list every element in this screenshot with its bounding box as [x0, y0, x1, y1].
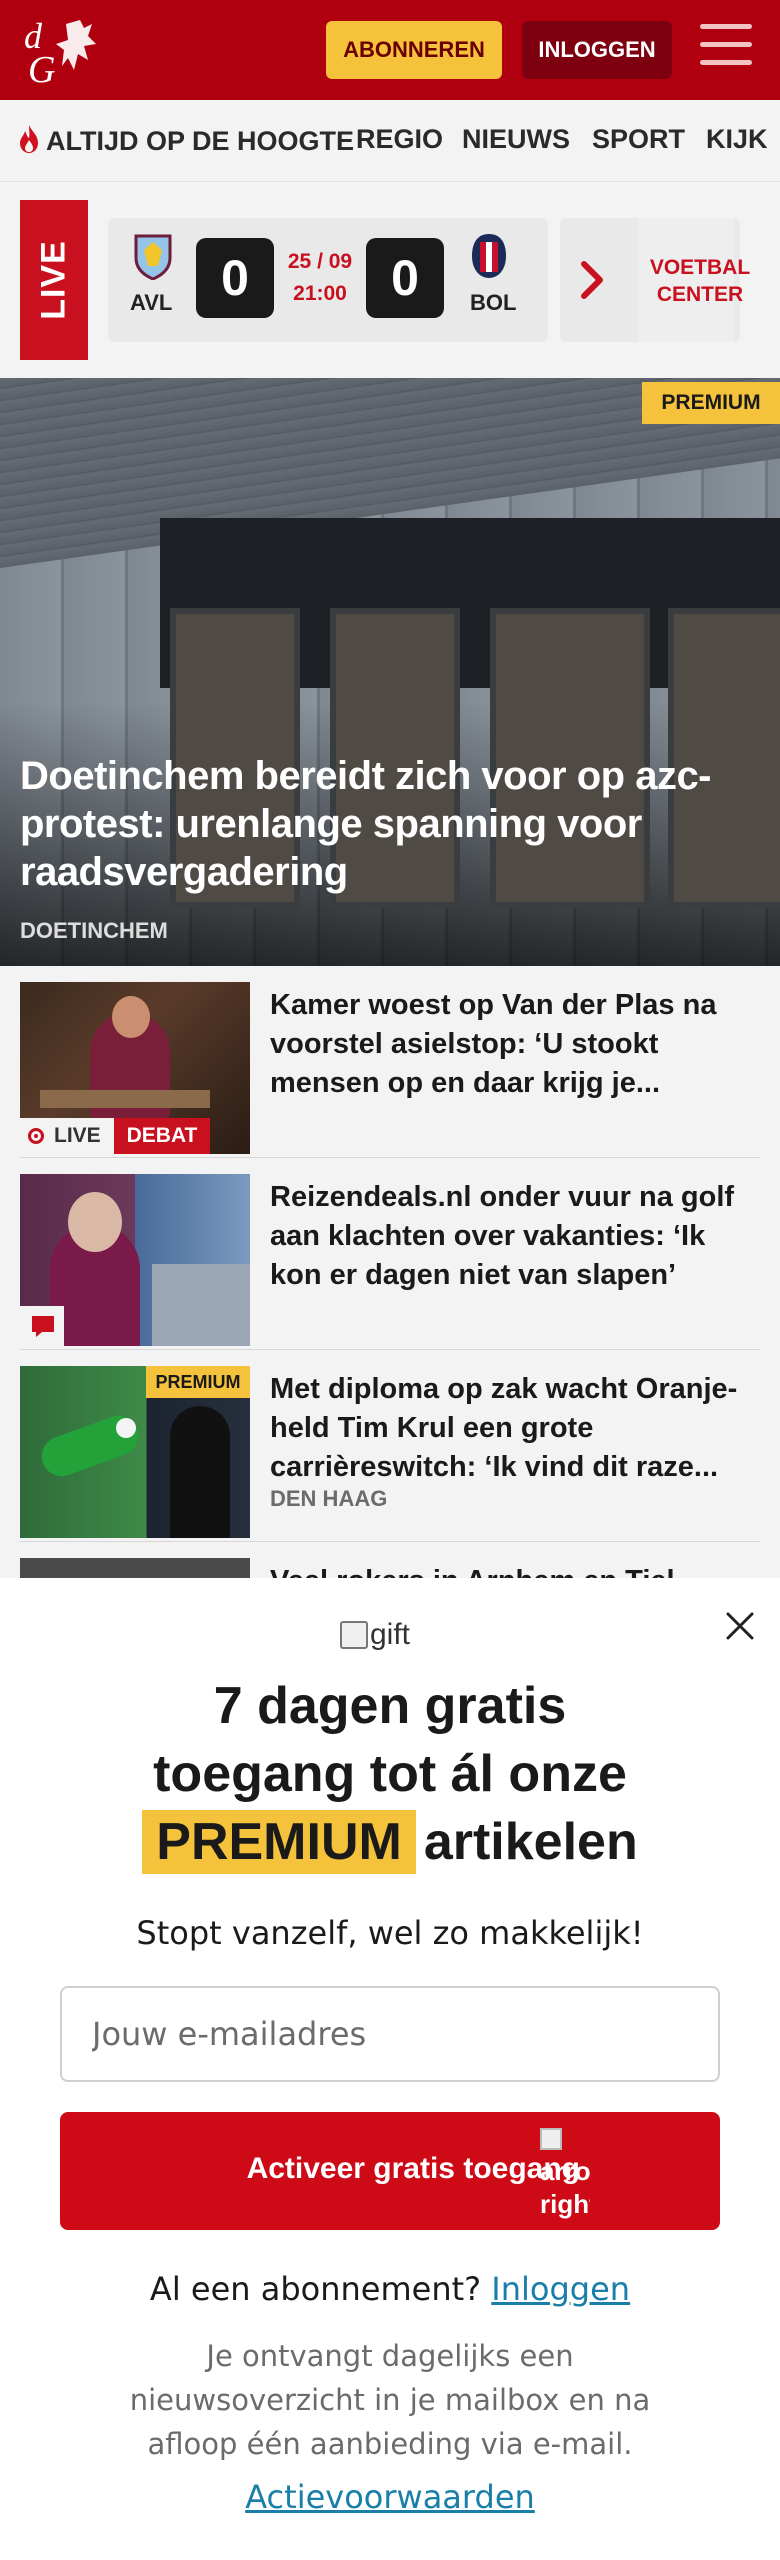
paywall-title: 7 dagen gratis toegang tot ál onze PREMI…	[0, 1672, 780, 1876]
have-subscription-text: Al een abonnement?	[149, 2270, 482, 2308]
article-title[interactable]: Kamer woest op Van der Plas na voorstel …	[270, 986, 760, 1103]
paywall-title-line-1: 7 dagen gratis	[213, 1677, 567, 1735]
thumbnail-graduate	[170, 1406, 230, 1538]
nav-item-altijd-op-de-hoogte[interactable]: ALTIJD OP DE HOOGTE	[18, 124, 354, 157]
away-score: 0	[366, 238, 444, 318]
premium-badge: PREMIUM	[642, 382, 780, 424]
terms-link[interactable]: Actievoorwaarden	[0, 2478, 780, 2516]
login-button[interactable]: INLOGGEN	[522, 21, 672, 79]
flame-icon	[20, 125, 38, 153]
aston-villa-crest-icon	[134, 234, 172, 280]
hero-article-title[interactable]: Doetinchem bereidt zich voor op azc-prot…	[20, 752, 760, 896]
match-date: 25 / 09	[287, 250, 353, 273]
thumbnail-lectern	[40, 1090, 210, 1108]
email-input[interactable]	[60, 1986, 720, 2082]
activate-button[interactable]: Activeer gratis toegang arrow-right	[60, 2112, 720, 2230]
nav-item-sport[interactable]: SPORT	[592, 124, 685, 155]
article-title[interactable]: Reizendeals.nl onder vuur na golf aan kl…	[270, 1178, 760, 1295]
thumbnail-pool	[152, 1264, 250, 1346]
article-title[interactable]: Met diploma op zak wacht Oranje-held Tim…	[270, 1370, 760, 1487]
live-tag: LIVE	[20, 1118, 114, 1154]
main-nav: ALTIJD OP DE HOOGTE REGIO NIEUWS SPORT K…	[0, 100, 780, 182]
arrow-right-icon: arrow-right	[540, 2122, 590, 2222]
svg-text:G: G	[28, 49, 55, 88]
gift-alt-text: gift	[370, 1618, 411, 1651]
live-dot-icon	[28, 1128, 44, 1144]
premium-highlight: PREMIUM	[142, 1810, 416, 1874]
debat-tag: DEBAT	[114, 1118, 210, 1154]
nav-item-label: ALTIJD OP DE HOOGTE	[46, 126, 355, 156]
nav-item-regio[interactable]: REGIO	[356, 124, 443, 155]
list-item[interactable]: LIVE DEBAT Kamer woest op Van der Plas n…	[20, 966, 760, 1158]
paywall-login-link[interactable]: Inloggen	[491, 2270, 630, 2308]
have-subscription-row: Al een abonnement? Inloggen	[0, 2270, 780, 2308]
voetbal-center-label: VOETBAL CENTER	[649, 256, 751, 306]
thumbnail-person-head	[68, 1192, 122, 1252]
paywall-subtitle: Stopt vanzelf, wel zo makkelijk!	[136, 1914, 644, 1952]
logo[interactable]: d G	[22, 14, 112, 88]
list-item[interactable]: PREMIUM Met diploma op zak wacht Oranje-…	[20, 1350, 760, 1542]
close-icon[interactable]	[718, 1604, 762, 1648]
paywall-title-line-3-rest: artikelen	[423, 1813, 638, 1871]
nav-item-kijk[interactable]: KIJK	[706, 124, 768, 155]
activate-button-label: Activeer gratis toegang	[246, 2152, 580, 2185]
home-team-code: AVL	[130, 290, 173, 315]
paywall-title-line-3: PREMIUM artikelen	[0, 1808, 780, 1876]
paywall-title-line-2: toegang tot ál onze	[153, 1745, 627, 1803]
hero-article-location: DOETINCHEM	[20, 918, 168, 943]
live-label: LIVE	[20, 200, 88, 360]
match-card[interactable]: AVL 0 25 / 09 21:00 0 BOL	[108, 218, 548, 342]
site-header: d G ABONNEREN INLOGGEN	[0, 0, 780, 100]
match-time: 21:00	[293, 282, 347, 305]
home-score: 0	[196, 238, 274, 318]
comment-icon	[32, 1316, 54, 1337]
thumbnail-ball	[116, 1418, 136, 1438]
subscribe-button[interactable]: ABONNEREN	[326, 21, 502, 79]
live-tag-label: LIVE	[54, 1124, 101, 1147]
voetbal-center-card[interactable]: VOETBAL CENTER	[560, 218, 750, 342]
article-list: LIVE DEBAT Kamer woest op Van der Plas n…	[0, 966, 780, 1730]
list-item[interactable]: Reizendeals.nl onder vuur na golf aan kl…	[20, 1158, 760, 1350]
premium-badge: PREMIUM	[146, 1366, 250, 1398]
article-location: DEN HAAG	[270, 1486, 388, 1511]
chevron-right-icon	[581, 261, 603, 299]
broken-image-icon	[340, 1621, 368, 1649]
bologna-crest-icon	[472, 234, 506, 278]
paywall-info-text: Je ontvangt dagelijks een nieuwsoverzich…	[129, 2339, 651, 2461]
gift-image: gift	[340, 1610, 450, 1660]
away-team-code: BOL	[470, 290, 517, 315]
comment-badge	[20, 1306, 64, 1346]
thumbnail-figure-head	[112, 996, 150, 1038]
nav-item-nieuws[interactable]: NIEUWS	[462, 124, 570, 155]
hamburger-menu-icon[interactable]	[700, 24, 752, 72]
match-datetime: 25 / 09 21:00	[280, 246, 360, 310]
